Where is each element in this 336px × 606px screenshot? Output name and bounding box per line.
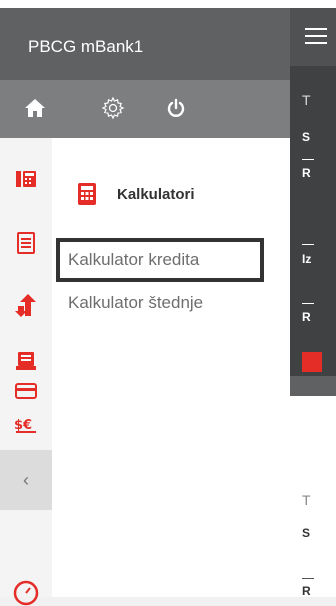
quick-actions-bar: [0, 80, 290, 138]
section-title: Kalkulatori: [117, 186, 195, 203]
background-account-panel-2: T S R: [290, 396, 336, 598]
card-icon[interactable]: [13, 378, 39, 404]
background-app: T S R Iz R T S R: [290, 8, 336, 598]
transfer-icon[interactable]: [13, 292, 39, 318]
background-text: Iz: [302, 252, 312, 266]
collapse-rail-button[interactable]: ‹: [0, 450, 52, 510]
background-text: R: [302, 584, 311, 598]
status-strip: [0, 0, 336, 8]
category-rail: $€ ‹: [0, 138, 52, 606]
svg-text:$€: $€: [14, 418, 32, 433]
background-text: T: [302, 492, 311, 508]
background-account-panel: T S R Iz R: [290, 66, 336, 376]
background-text: T: [302, 92, 311, 108]
hamburger-menu-icon[interactable]: [305, 28, 327, 44]
app-title: PBCG mBank1: [28, 37, 144, 56]
gauge-icon[interactable]: [13, 580, 39, 606]
menu-item-savings-calculator[interactable]: Kalkulator štednje: [68, 293, 203, 313]
navigation-drawer: PBCG mBank1 $€ ‹ Kalkulatori Kalkulator …: [0, 8, 290, 606]
background-app-header: [290, 8, 336, 66]
background-text: R: [302, 310, 311, 324]
drawer-header: PBCG mBank1: [0, 8, 290, 80]
home-icon[interactable]: [20, 93, 50, 123]
gear-icon[interactable]: [98, 93, 128, 123]
menu-item-loan-calculator[interactable]: Kalkulator kredita: [56, 238, 264, 282]
calculator-red-icon[interactable]: [13, 166, 39, 192]
background-text: S: [302, 130, 311, 144]
calculator-icon: [78, 183, 96, 210]
chevron-left-icon: ‹: [23, 469, 29, 490]
bill-payment-icon[interactable]: [13, 348, 39, 374]
document-icon[interactable]: [13, 230, 39, 256]
power-icon[interactable]: [161, 93, 191, 123]
background-text: R: [302, 166, 311, 180]
background-text: S: [302, 526, 311, 540]
background-action-button[interactable]: [302, 352, 322, 372]
currency-exchange-icon[interactable]: $€: [13, 412, 39, 438]
